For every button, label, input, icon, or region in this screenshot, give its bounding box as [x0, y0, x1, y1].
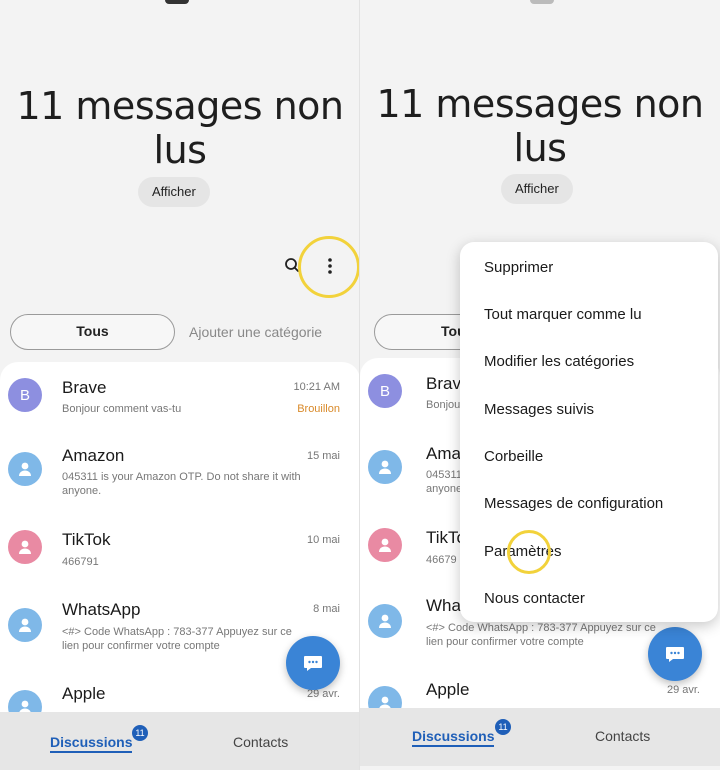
- show-button[interactable]: Afficher: [138, 177, 210, 207]
- menu-item-starred-messages[interactable]: Messages suivis: [484, 401, 594, 418]
- conversation-snippet: 466791: [62, 556, 99, 568]
- menu-item-configuration-messages[interactable]: Messages de configuration: [484, 495, 663, 512]
- chat-bubble-icon: [666, 647, 684, 662]
- unread-title: 11 messages non lus: [16, 84, 344, 172]
- person-icon: [8, 608, 42, 642]
- new-message-button[interactable]: [648, 627, 702, 681]
- person-icon: [368, 528, 402, 562]
- tab-discussions[interactable]: Discussions: [50, 734, 133, 753]
- conversation-name: WhatsApp: [62, 600, 141, 619]
- menu-item-trash[interactable]: Corbeille: [484, 448, 543, 465]
- show-button[interactable]: Afficher: [501, 174, 573, 204]
- tab-contacts[interactable]: Contacts: [595, 728, 650, 744]
- person-icon: [8, 452, 42, 486]
- conversation-time: 8 mai: [313, 603, 340, 615]
- conversation-name: Amazon: [62, 446, 125, 465]
- conversation-snippet: Bonjour: [426, 399, 462, 411]
- menu-item-delete[interactable]: Supprimer: [484, 259, 553, 276]
- tab-discussions[interactable]: Discussions: [412, 728, 495, 747]
- person-icon: [368, 450, 402, 484]
- conversation-time: 15 mai: [306, 450, 340, 462]
- conversation-name: Ama: [426, 444, 461, 463]
- left-screen: 11 messages non lus Afficher Tous Ajoute…: [0, 0, 360, 770]
- person-icon: [8, 530, 42, 564]
- more-vertical-icon[interactable]: [326, 256, 334, 276]
- conversation-snippet: 045311 anyone: [426, 469, 463, 495]
- conversation-time: 10 mai: [306, 534, 340, 546]
- conversation-name: TikTok: [62, 530, 111, 549]
- unread-title: 11 messages non lus: [376, 82, 704, 170]
- toolbar: [282, 252, 342, 280]
- unread-badge: 11: [132, 725, 148, 741]
- person-icon: [368, 604, 402, 638]
- menu-item-mark-all-read[interactable]: Tout marquer comme lu: [484, 306, 642, 323]
- avatar: B: [8, 378, 42, 412]
- avatar: B: [368, 374, 402, 408]
- chat-bubble-icon: [304, 656, 322, 671]
- new-message-button[interactable]: [286, 636, 340, 690]
- unread-badge: 11: [495, 719, 511, 735]
- menu-item-edit-categories[interactable]: Modifier les catégories: [484, 353, 634, 370]
- conversation-time: 29 avr.: [666, 684, 700, 696]
- conversation-snippet: <#> Code WhatsApp : 783-377 Appuyez sur …: [62, 626, 292, 652]
- menu-item-contact-us[interactable]: Nous contacter: [484, 590, 585, 607]
- category-chip-all[interactable]: Tous: [10, 314, 175, 350]
- overflow-menu: Supprimer Tout marquer comme lu Modifier…: [460, 242, 718, 622]
- conversation-snippet: 045311 is your Amazon OTP. Do not share …: [62, 471, 301, 497]
- conversation-snippet: Bonjour comment vas-tu: [62, 403, 182, 415]
- conversation-time: 10:21 AM: [293, 381, 340, 393]
- conversation-name: Wha: [426, 596, 461, 615]
- right-screen: 11 messages non lus Afficher Tous B Brav…: [360, 0, 720, 770]
- conversation-name: Apple: [62, 684, 106, 703]
- conversation-name: Apple: [426, 680, 470, 699]
- status-nub: [165, 0, 189, 4]
- status-nub: [530, 0, 554, 4]
- add-category-link[interactable]: Ajouter une catégorie: [189, 314, 322, 350]
- tab-contacts[interactable]: Contacts: [233, 734, 288, 750]
- draft-tag: Brouillon: [297, 403, 340, 415]
- conversation-snippet: <#> Code WhatsApp : 783-377 Appuyez sur …: [426, 622, 656, 648]
- conversation-name: Brave: [62, 378, 107, 397]
- search-icon[interactable]: [284, 257, 300, 273]
- menu-item-settings[interactable]: Paramètres: [484, 543, 562, 560]
- category-bar: Tous Ajouter une catégorie: [10, 314, 350, 350]
